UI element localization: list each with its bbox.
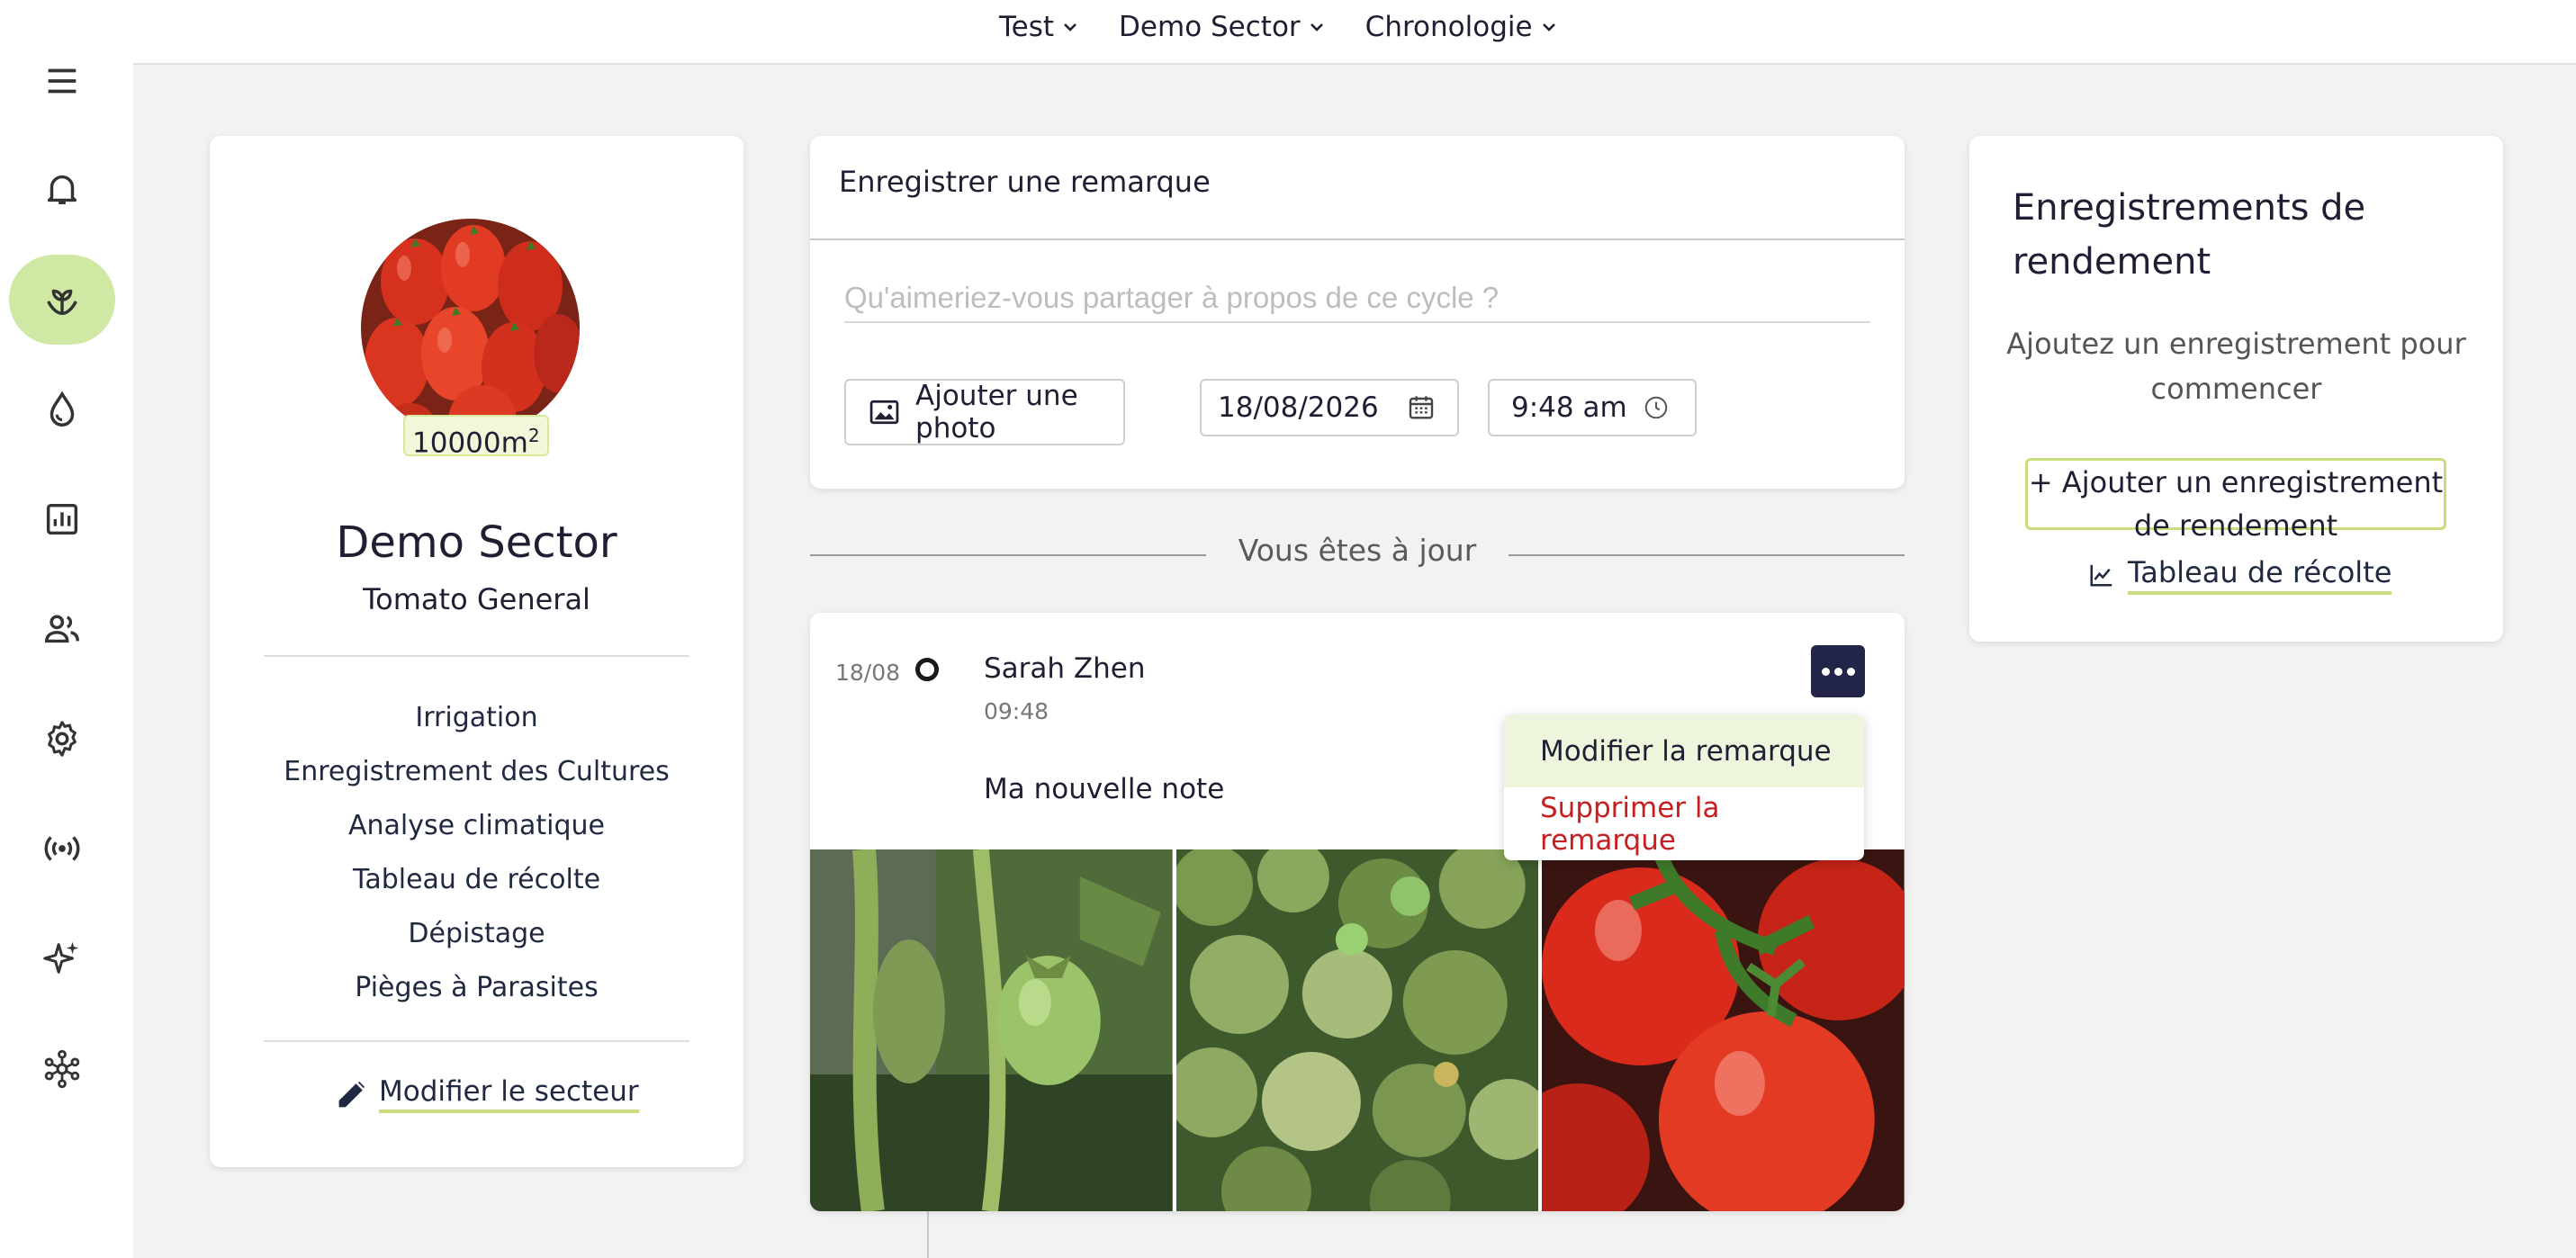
- link-climate-analysis[interactable]: Analyse climatique: [210, 804, 743, 858]
- sidebar-item-team[interactable]: [9, 584, 115, 674]
- link-harvest-board[interactable]: Tableau de récolte: [210, 858, 743, 912]
- chevron-down-icon: [1542, 23, 1555, 31]
- dot: [1846, 667, 1855, 676]
- separator-line: [1509, 554, 1905, 556]
- divider: [264, 655, 689, 657]
- divider: [810, 238, 1905, 240]
- network-icon: [44, 1049, 80, 1089]
- nav-dropdown-test[interactable]: Test: [999, 11, 1079, 43]
- sector-crop: Tomato General: [363, 582, 590, 616]
- edit-sector-link[interactable]: Modifier le secteur: [336, 1075, 639, 1113]
- nav-dropdown-label: Demo Sector: [1119, 11, 1301, 43]
- chevron-down-icon: [1064, 23, 1076, 31]
- time-field[interactable]: 9:48 am: [1488, 379, 1697, 436]
- divider: [264, 1040, 689, 1042]
- add-yield-record-button[interactable]: + Ajouter un enregistrement de rendement: [2025, 458, 2446, 543]
- link-crop-records[interactable]: Enregistrement des Cultures: [210, 750, 743, 804]
- top-bar: Test Demo Sector Chronologie: [0, 0, 2576, 65]
- pencil-icon: [338, 1081, 365, 1108]
- note-date: 18/08: [835, 660, 901, 686]
- sector-card: 10000m2 Demo Sector Tomato General Irrig…: [210, 136, 743, 1167]
- delete-remark-menu-item[interactable]: Supprimer la remarque: [1504, 787, 1864, 860]
- remark-form-title: Enregistrer une remarque: [839, 165, 1211, 199]
- area-value: 10000m: [412, 427, 528, 460]
- image-icon: [869, 400, 899, 425]
- link-scouting[interactable]: Dépistage: [210, 912, 743, 966]
- dot: [1821, 667, 1830, 676]
- date-value: 18/08/2026: [1218, 391, 1379, 424]
- sidebar: [0, 0, 133, 1258]
- sprout-icon: [47, 289, 77, 316]
- note-context-menu: Modifier la remarque Supprimer la remarq…: [1504, 714, 1864, 860]
- sidebar-item-sensors[interactable]: [9, 804, 115, 894]
- link-pest-traps[interactable]: Pièges à Parasites: [210, 966, 743, 1020]
- sidebar-item-notifications[interactable]: [9, 144, 115, 234]
- uptodate-label: Vous êtes à jour: [1238, 533, 1477, 568]
- remark-input[interactable]: [844, 274, 1870, 323]
- top-navigation: Test Demo Sector Chronologie: [999, 11, 1558, 43]
- note-time: 09:48: [984, 698, 1049, 724]
- harvest-board-link[interactable]: Tableau de récolte: [2088, 555, 2392, 595]
- line-chart-icon: [2090, 564, 2112, 587]
- menu-toggle-button[interactable]: [9, 36, 115, 126]
- chevron-down-icon: [1310, 23, 1323, 31]
- date-field[interactable]: 18/08/2026: [1200, 379, 1459, 436]
- yield-records-title: Enregistrements de rendement: [2013, 187, 2366, 283]
- note-photo-red-tomatoes[interactable]: [1542, 849, 1905, 1211]
- note-photo-tomato-plants[interactable]: [1175, 849, 1539, 1211]
- note-photos: [810, 849, 1905, 1211]
- note-photo-green-tomato[interactable]: [810, 849, 1173, 1211]
- sector-links: Irrigation Enregistrement des Cultures A…: [210, 696, 743, 1020]
- time-value: 9:48 am: [1511, 391, 1627, 424]
- droplet-icon: [50, 391, 75, 427]
- sidebar-item-settings[interactable]: [9, 694, 115, 784]
- sidebar-item-integrations[interactable]: [9, 1024, 115, 1114]
- menu-icon: [48, 68, 77, 94]
- note-text: Ma nouvelle note: [984, 773, 1225, 805]
- chart-icon: [46, 503, 78, 535]
- add-photo-button[interactable]: Ajouter une photo: [844, 379, 1125, 445]
- sector-avatar: [361, 219, 580, 437]
- nav-dropdown-sector[interactable]: Demo Sector: [1119, 11, 1326, 43]
- sidebar-item-irrigation[interactable]: [9, 364, 115, 454]
- timeline-dot: [915, 658, 939, 681]
- clock-icon: [1644, 396, 1668, 419]
- bell-icon: [47, 175, 77, 205]
- users-icon: [45, 615, 79, 643]
- gear-icon: [48, 721, 77, 757]
- broadcast-icon: [44, 836, 80, 861]
- edit-sector-label: Modifier le secteur: [379, 1075, 639, 1113]
- tomato-image: [361, 219, 580, 437]
- nav-dropdown-view[interactable]: Chronologie: [1365, 11, 1558, 43]
- feed-status-separator: Vous êtes à jour: [810, 533, 1905, 578]
- sidebar-item-analytics[interactable]: [9, 474, 115, 564]
- remark-form-card: Enregistrer une remarque Ajouter une pho…: [810, 136, 1905, 489]
- edit-remark-menu-item[interactable]: Modifier la remarque: [1504, 714, 1864, 787]
- link-irrigation[interactable]: Irrigation: [210, 696, 743, 750]
- sparkle-icon: [43, 941, 79, 974]
- sector-name: Demo Sector: [336, 517, 617, 568]
- area-badge: 10000m2: [403, 415, 549, 460]
- yield-records-empty-text: Ajoutez un enregistrement pour commencer: [2006, 327, 2466, 406]
- more-options-button[interactable]: [1811, 645, 1865, 697]
- area-unit-exponent: 2: [527, 425, 540, 446]
- sidebar-item-ai[interactable]: [9, 913, 115, 1003]
- harvest-board-label: Tableau de récolte: [2128, 555, 2392, 595]
- calendar-icon: [1409, 396, 1434, 419]
- sidebar-item-crops[interactable]: [9, 255, 115, 345]
- nav-dropdown-label: Test: [999, 11, 1055, 43]
- note-author: Sarah Zhen: [984, 652, 1146, 685]
- note-card: 18/08 Sarah Zhen 09:48 Ma nouvelle note: [810, 613, 1905, 1211]
- dot: [1833, 667, 1842, 676]
- yield-records-card: Enregistrements de rendement Ajoutez un …: [1969, 136, 2503, 642]
- add-photo-label: Ajouter une photo: [915, 380, 1078, 445]
- nav-dropdown-label: Chronologie: [1365, 11, 1533, 43]
